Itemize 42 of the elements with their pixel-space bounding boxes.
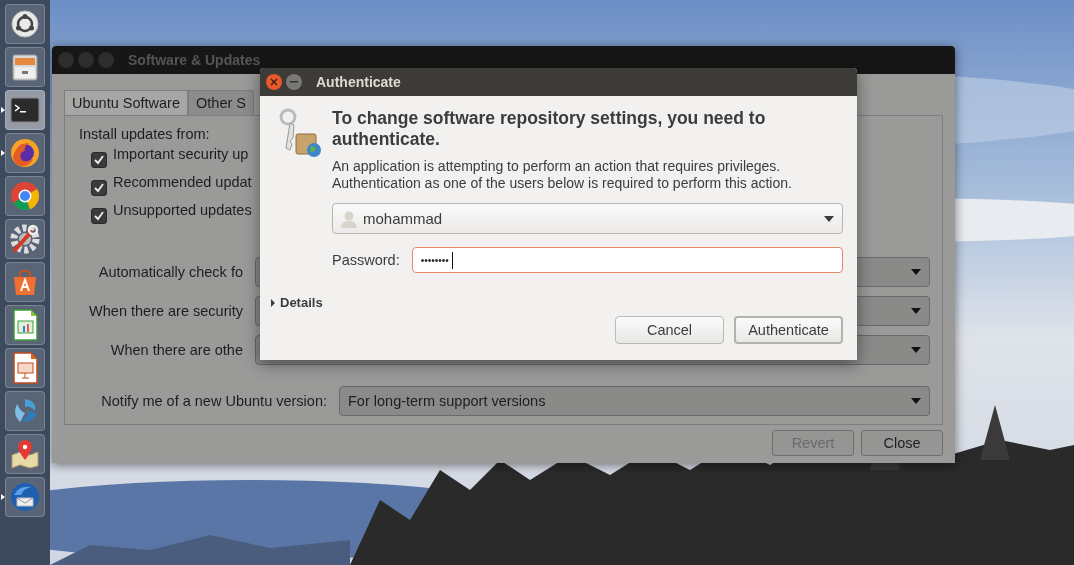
caret-icon	[911, 268, 921, 275]
launcher-app-icon[interactable]	[5, 176, 45, 216]
password-field[interactable]: ••••••••	[411, 247, 843, 273]
checkbox[interactable]	[91, 152, 107, 168]
checkbox-label: Important security up	[113, 146, 249, 162]
dialog-title: Authenticate	[316, 74, 401, 90]
tab[interactable]: Other S	[188, 90, 254, 115]
password-label: Password:	[332, 252, 400, 268]
authenticate-button[interactable]: Authenticate	[734, 316, 843, 344]
launcher-app-icon[interactable]	[5, 348, 45, 388]
checkbox[interactable]	[91, 208, 107, 224]
caret-icon	[911, 397, 921, 404]
launcher-app-icon[interactable]	[5, 219, 45, 259]
checkbox[interactable]	[91, 180, 107, 196]
tab[interactable]: Ubuntu Software	[64, 90, 188, 115]
close-icon[interactable]	[266, 74, 282, 90]
section-label: Install updates from:	[79, 126, 210, 142]
launcher-app-icon[interactable]	[5, 4, 45, 44]
setting-label: When there are othe	[110, 341, 244, 358]
user-icon	[341, 209, 357, 228]
launcher-app-icon[interactable]	[5, 262, 45, 302]
dialog-heading: To change software repository settings, you need to authenticate.	[332, 108, 767, 150]
checkbox-label: Unsupported updates	[113, 202, 252, 218]
launcher-app-icon[interactable]	[5, 47, 45, 87]
setting-label: Automatically check fo	[98, 263, 244, 280]
setting-label: When there are security	[89, 302, 244, 319]
details-expander[interactable]: Details	[270, 295, 323, 310]
window-title: Software & Updates	[128, 52, 261, 68]
user-dropdown[interactable]: mohammad	[332, 203, 843, 234]
dialog-message: An application is attempting to perform an action that requires privileges. Authentication as one of the users below is required to perform this action.	[332, 158, 793, 192]
close-button[interactable]: Close	[861, 430, 943, 456]
version-dropdown[interactable]: For long-term support versions	[339, 385, 930, 416]
expander-arrow-icon	[270, 298, 276, 307]
checkbox-label: Recommended updat	[113, 174, 252, 190]
cancel-button[interactable]: Cancel	[615, 316, 724, 344]
launcher-app-icon[interactable]	[5, 305, 45, 345]
caret-icon	[824, 215, 834, 222]
minimize-icon[interactable]	[286, 74, 302, 90]
caret-icon	[911, 346, 921, 353]
caret-icon	[911, 307, 921, 314]
launcher-app-icon[interactable]	[5, 434, 45, 474]
setting-label: Notify me of a new Ubuntu version:	[101, 392, 328, 409]
